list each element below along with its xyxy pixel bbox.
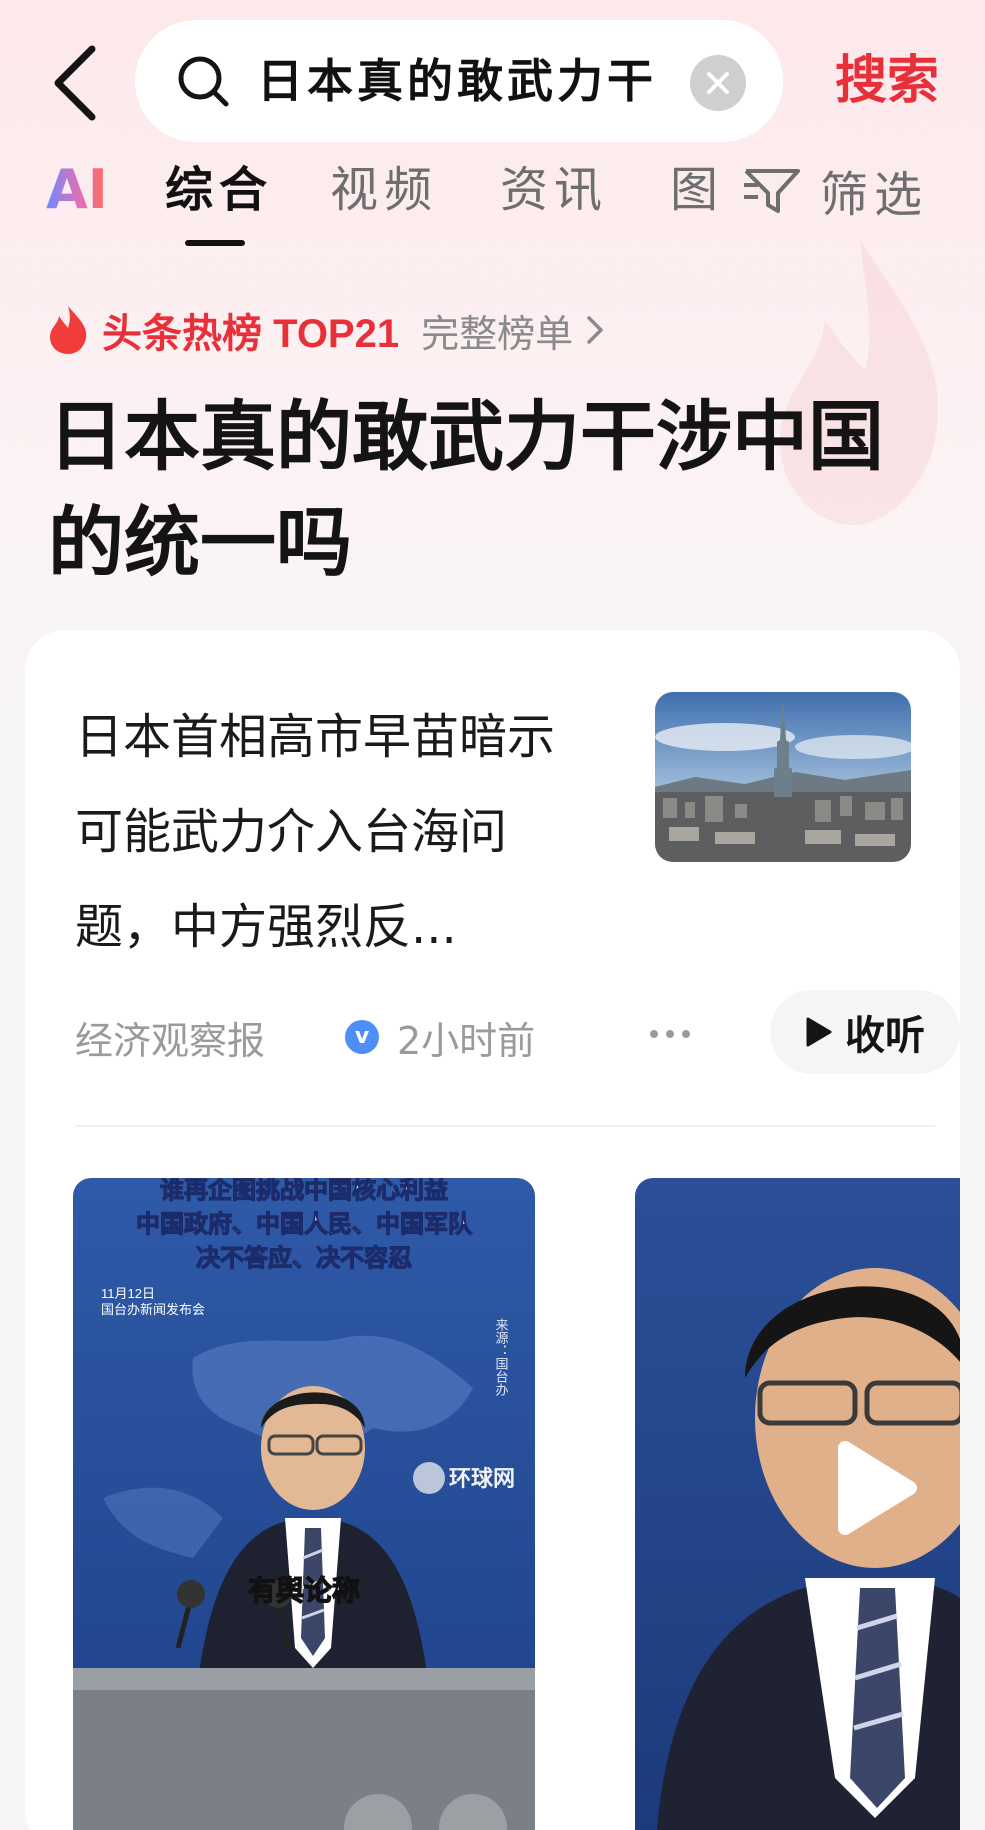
chevron-left-icon xyxy=(54,45,96,121)
tab-comprehensive[interactable]: 综合 xyxy=(165,150,273,230)
press-conference-closeup-frame xyxy=(635,1178,960,1830)
watermark-logo-icon xyxy=(413,1462,445,1494)
search-tabs: AI 综合 视频 资讯 图 筛选 xyxy=(0,150,985,250)
article-time: 2小时前 xyxy=(397,1019,536,1063)
play-icon xyxy=(806,1017,832,1047)
verified-badge-icon: v xyxy=(345,1020,379,1054)
article-title[interactable]: 日本首相高市早苗暗示可能武力介入台海问题，中方强烈反... xyxy=(75,690,595,975)
video-thumbnail-2[interactable] xyxy=(635,1178,960,1830)
filter-icon xyxy=(744,169,800,213)
result-card: 日本首相高市早苗暗示可能武力介入台海问题，中方强烈反... 经济观察报 v 2小… xyxy=(25,630,960,1830)
close-icon xyxy=(707,72,729,94)
more-options-button[interactable] xyxy=(640,1002,700,1062)
more-dots-icon xyxy=(650,1030,690,1038)
listen-label: 收听 xyxy=(845,1013,925,1059)
divider xyxy=(75,1125,935,1127)
filter-label: 筛选 xyxy=(820,167,929,223)
video-source-note: 来源：国台办 xyxy=(494,1318,509,1397)
video-date: 11月12日 xyxy=(101,1286,155,1301)
article-source[interactable]: 经济观察报 xyxy=(75,1010,265,1065)
top-bar: 日本真的敢武力干 搜索 xyxy=(0,0,985,170)
article-thumbnail[interactable] xyxy=(655,692,911,862)
search-submit-button[interactable]: 搜索 xyxy=(812,40,962,122)
full-list-label: 完整榜单 xyxy=(421,311,574,356)
hot-list-label: 头条热榜 TOP21 xyxy=(102,312,400,356)
caption-line-2: 中国政府、中国人民、中国军队 xyxy=(136,1210,473,1238)
tab-images[interactable]: 图 xyxy=(670,150,724,230)
chevron-right-icon xyxy=(587,316,603,344)
hot-list-link[interactable]: 头条热榜 TOP21 完整榜单 xyxy=(46,300,605,360)
video-subtitle: 有舆论称 xyxy=(248,1575,360,1606)
topic-title[interactable]: 日本真的敢武力干涉中国的统一吗 xyxy=(48,385,938,597)
search-icon xyxy=(178,56,229,107)
tab-ai[interactable]: AI xyxy=(46,150,108,230)
listen-button[interactable]: 收听 xyxy=(770,990,960,1074)
article-meta: 经济观察报 v 2小时前 收听 xyxy=(75,990,960,1080)
caption-line-1: 谁再企图挑战中国核心利益 xyxy=(160,1178,448,1204)
clear-search-button[interactable] xyxy=(690,55,746,111)
search-box[interactable]: 日本真的敢武力干 xyxy=(135,20,783,142)
back-button[interactable] xyxy=(40,38,110,128)
tab-video[interactable]: 视频 xyxy=(330,150,438,230)
press-conference-video-frame: 谁再企图挑战中国核心利益 中国政府、中国人民、中国军队 决不答应、决不容忍 11… xyxy=(73,1178,535,1830)
video-event: 国台办新闻发布会 xyxy=(101,1302,205,1317)
caption-line-3: 决不答应、决不容忍 xyxy=(196,1244,412,1272)
tab-news[interactable]: 资讯 xyxy=(500,150,608,230)
search-input[interactable]: 日本真的敢武力干 xyxy=(257,20,667,142)
filter-button[interactable]: 筛选 xyxy=(742,150,928,230)
video-watermark: 环球网 xyxy=(449,1466,515,1491)
active-tab-indicator xyxy=(185,240,245,246)
flame-icon xyxy=(50,306,87,354)
city-skyline-image xyxy=(655,692,911,862)
video-thumbnail[interactable]: 谁再企图挑战中国核心利益 中国政府、中国人民、中国军队 决不答应、决不容忍 11… xyxy=(73,1178,535,1830)
